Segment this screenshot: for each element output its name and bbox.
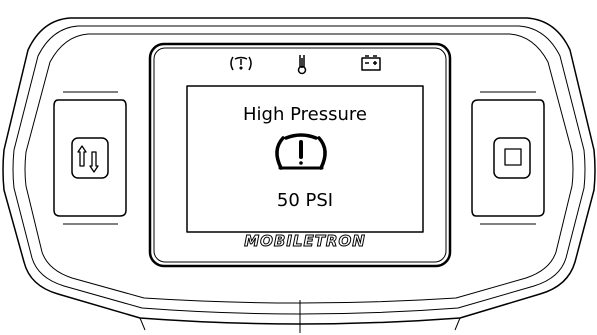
thermometer-icon [297, 55, 307, 75]
pressure-value: 50 PSI [276, 190, 334, 211]
brand-logo: MOBILETRON [244, 232, 366, 251]
tire-pressure-icon [230, 56, 252, 71]
tire-pressure-warning-icon [275, 133, 327, 170]
mode-toggle-button[interactable] [54, 95, 126, 221]
battery-icon [361, 55, 381, 71]
select-button[interactable] [473, 95, 545, 221]
alert-title: High Pressure [243, 104, 367, 125]
